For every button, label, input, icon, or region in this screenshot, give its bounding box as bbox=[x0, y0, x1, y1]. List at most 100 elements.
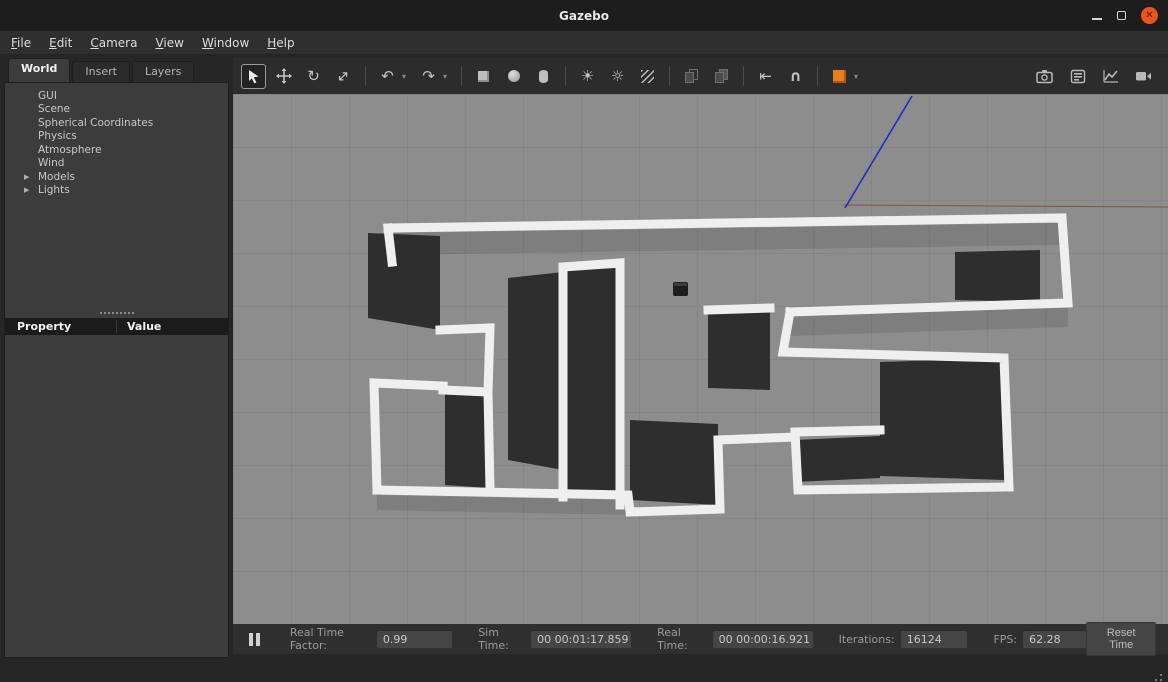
sphere-icon bbox=[508, 70, 520, 82]
copy-button[interactable] bbox=[679, 64, 704, 89]
undo-button[interactable]: ↶ bbox=[375, 64, 400, 89]
value-column-header: Value bbox=[117, 320, 161, 333]
insert-box-button[interactable] bbox=[471, 64, 496, 89]
plot-button[interactable] bbox=[1098, 64, 1123, 89]
plot-icon bbox=[1103, 69, 1119, 84]
tree-item-atmosphere[interactable]: Atmosphere bbox=[5, 143, 228, 157]
minimize-icon[interactable] bbox=[1092, 18, 1102, 20]
toolbar-separator bbox=[461, 66, 462, 86]
align-tool-button[interactable]: ⇤ bbox=[753, 64, 778, 89]
point-light-button[interactable]: ☀ bbox=[575, 64, 600, 89]
record-video-button[interactable] bbox=[1131, 64, 1156, 89]
rotate-icon: ↻ bbox=[307, 69, 320, 84]
property-column-header: Property bbox=[5, 320, 117, 333]
undo-dropdown[interactable]: ▾ bbox=[402, 72, 411, 81]
scale-icon: ↔ bbox=[334, 66, 354, 86]
redo-icon: ↷ bbox=[422, 69, 435, 84]
wall-dark-face bbox=[630, 420, 718, 505]
copy-icon bbox=[685, 69, 698, 83]
splitter-handle-icon bbox=[100, 312, 134, 314]
window-controls: ✕ bbox=[1092, 0, 1158, 31]
viewport-canvas[interactable] bbox=[233, 94, 1168, 624]
wall-dark-face bbox=[795, 436, 880, 482]
menu-help[interactable]: Help bbox=[258, 33, 303, 53]
menu-bar: File Edit Camera View Window Help bbox=[0, 31, 1168, 55]
tab-layers[interactable]: Layers bbox=[132, 61, 194, 82]
view-angle-button[interactable] bbox=[827, 64, 852, 89]
iterations-label: Iterations: bbox=[839, 633, 895, 646]
cylinder-icon bbox=[539, 70, 548, 83]
camera-icon bbox=[1036, 69, 1053, 84]
undo-icon: ↶ bbox=[381, 69, 394, 84]
fps-label: FPS: bbox=[993, 633, 1017, 646]
world-tree-panel: GUI Scene Spherical Coordinates Physics … bbox=[4, 82, 229, 658]
redo-dropdown[interactable]: ▾ bbox=[443, 72, 452, 81]
translate-tool-button[interactable] bbox=[271, 64, 296, 89]
simulation-status-bar: Real Time Factor: 0.99 Sim Time: 00 00:0… bbox=[233, 624, 1168, 654]
paste-icon bbox=[715, 69, 728, 83]
cursor-arrow-icon bbox=[246, 69, 261, 84]
select-tool-button[interactable] bbox=[241, 64, 266, 89]
robot-box-top bbox=[674, 283, 687, 286]
tab-world[interactable]: World bbox=[8, 58, 70, 82]
tree-item-physics[interactable]: Physics bbox=[5, 130, 228, 144]
world-tree: GUI Scene Spherical Coordinates Physics … bbox=[5, 83, 228, 201]
window-resize-grip[interactable] bbox=[1160, 674, 1162, 676]
real-time-factor-label: Real Time Factor: bbox=[290, 626, 371, 652]
left-panel: World Insert Layers GUI Scene Spherical … bbox=[4, 58, 229, 658]
tree-item-spherical-coordinates[interactable]: Spherical Coordinates bbox=[5, 116, 228, 130]
directional-light-icon bbox=[641, 70, 654, 83]
panel-splitter[interactable] bbox=[5, 308, 228, 318]
scale-tool-button[interactable]: ↔ bbox=[331, 64, 356, 89]
screenshot-button[interactable] bbox=[1032, 64, 1057, 89]
paste-button[interactable] bbox=[709, 64, 734, 89]
menu-edit[interactable]: Edit bbox=[40, 33, 81, 53]
wall-dark-face bbox=[508, 272, 563, 470]
sim-time-label: Sim Time: bbox=[478, 626, 525, 652]
real-time-label: Real Time: bbox=[657, 626, 706, 652]
spot-light-icon: ☼ bbox=[611, 69, 624, 84]
magnet-icon: ∩ bbox=[789, 69, 801, 84]
tree-item-label: Lights bbox=[38, 184, 70, 196]
expand-arrow-icon[interactable]: ▶ bbox=[24, 173, 38, 181]
title-bar: Gazebo ✕ bbox=[0, 0, 1168, 31]
insert-sphere-button[interactable] bbox=[501, 64, 526, 89]
sim-time-value: 00 00:01:17.859 bbox=[531, 630, 631, 648]
tab-insert[interactable]: Insert bbox=[72, 61, 130, 82]
expand-arrow-icon[interactable]: ▶ bbox=[24, 186, 38, 194]
snap-tool-button[interactable]: ∩ bbox=[783, 64, 808, 89]
toolbar-separator bbox=[365, 66, 366, 86]
toolbar-separator bbox=[817, 66, 818, 86]
tree-item-models[interactable]: ▶ Models bbox=[5, 170, 228, 184]
tree-item-scene[interactable]: Scene bbox=[5, 103, 228, 117]
data-logger-button[interactable] bbox=[1065, 64, 1090, 89]
maze-wall bbox=[708, 308, 770, 310]
tree-item-gui[interactable]: GUI bbox=[5, 89, 228, 103]
real-time-factor-value: 0.99 bbox=[377, 630, 452, 648]
wall-dark-face bbox=[955, 250, 1040, 302]
toolbar-separator bbox=[743, 66, 744, 86]
menu-window[interactable]: Window bbox=[193, 33, 258, 53]
spot-light-button[interactable]: ☼ bbox=[605, 64, 630, 89]
grid bbox=[233, 94, 1168, 624]
maximize-icon[interactable] bbox=[1117, 11, 1126, 20]
menu-file[interactable]: File bbox=[2, 33, 40, 53]
insert-cylinder-button[interactable] bbox=[531, 64, 556, 89]
fps-value: 62.28 bbox=[1023, 630, 1086, 648]
tree-item-wind[interactable]: Wind bbox=[5, 157, 228, 171]
directional-light-button[interactable] bbox=[635, 64, 660, 89]
wall-dark-face bbox=[445, 390, 488, 488]
property-table-header: Property Value bbox=[5, 318, 228, 335]
redo-button[interactable]: ↷ bbox=[416, 64, 441, 89]
reset-time-button[interactable]: Reset Time bbox=[1086, 622, 1156, 656]
tree-item-lights[interactable]: ▶ Lights bbox=[5, 184, 228, 198]
pause-button[interactable] bbox=[245, 630, 264, 648]
pause-icon bbox=[256, 633, 260, 646]
menu-camera[interactable]: Camera bbox=[81, 33, 146, 53]
view-angle-dropdown[interactable]: ▾ bbox=[854, 72, 863, 81]
rotate-tool-button[interactable]: ↻ bbox=[301, 64, 326, 89]
log-icon bbox=[1070, 69, 1086, 84]
menu-view[interactable]: View bbox=[146, 33, 192, 53]
close-icon[interactable]: ✕ bbox=[1141, 7, 1158, 24]
box-icon bbox=[478, 71, 489, 82]
